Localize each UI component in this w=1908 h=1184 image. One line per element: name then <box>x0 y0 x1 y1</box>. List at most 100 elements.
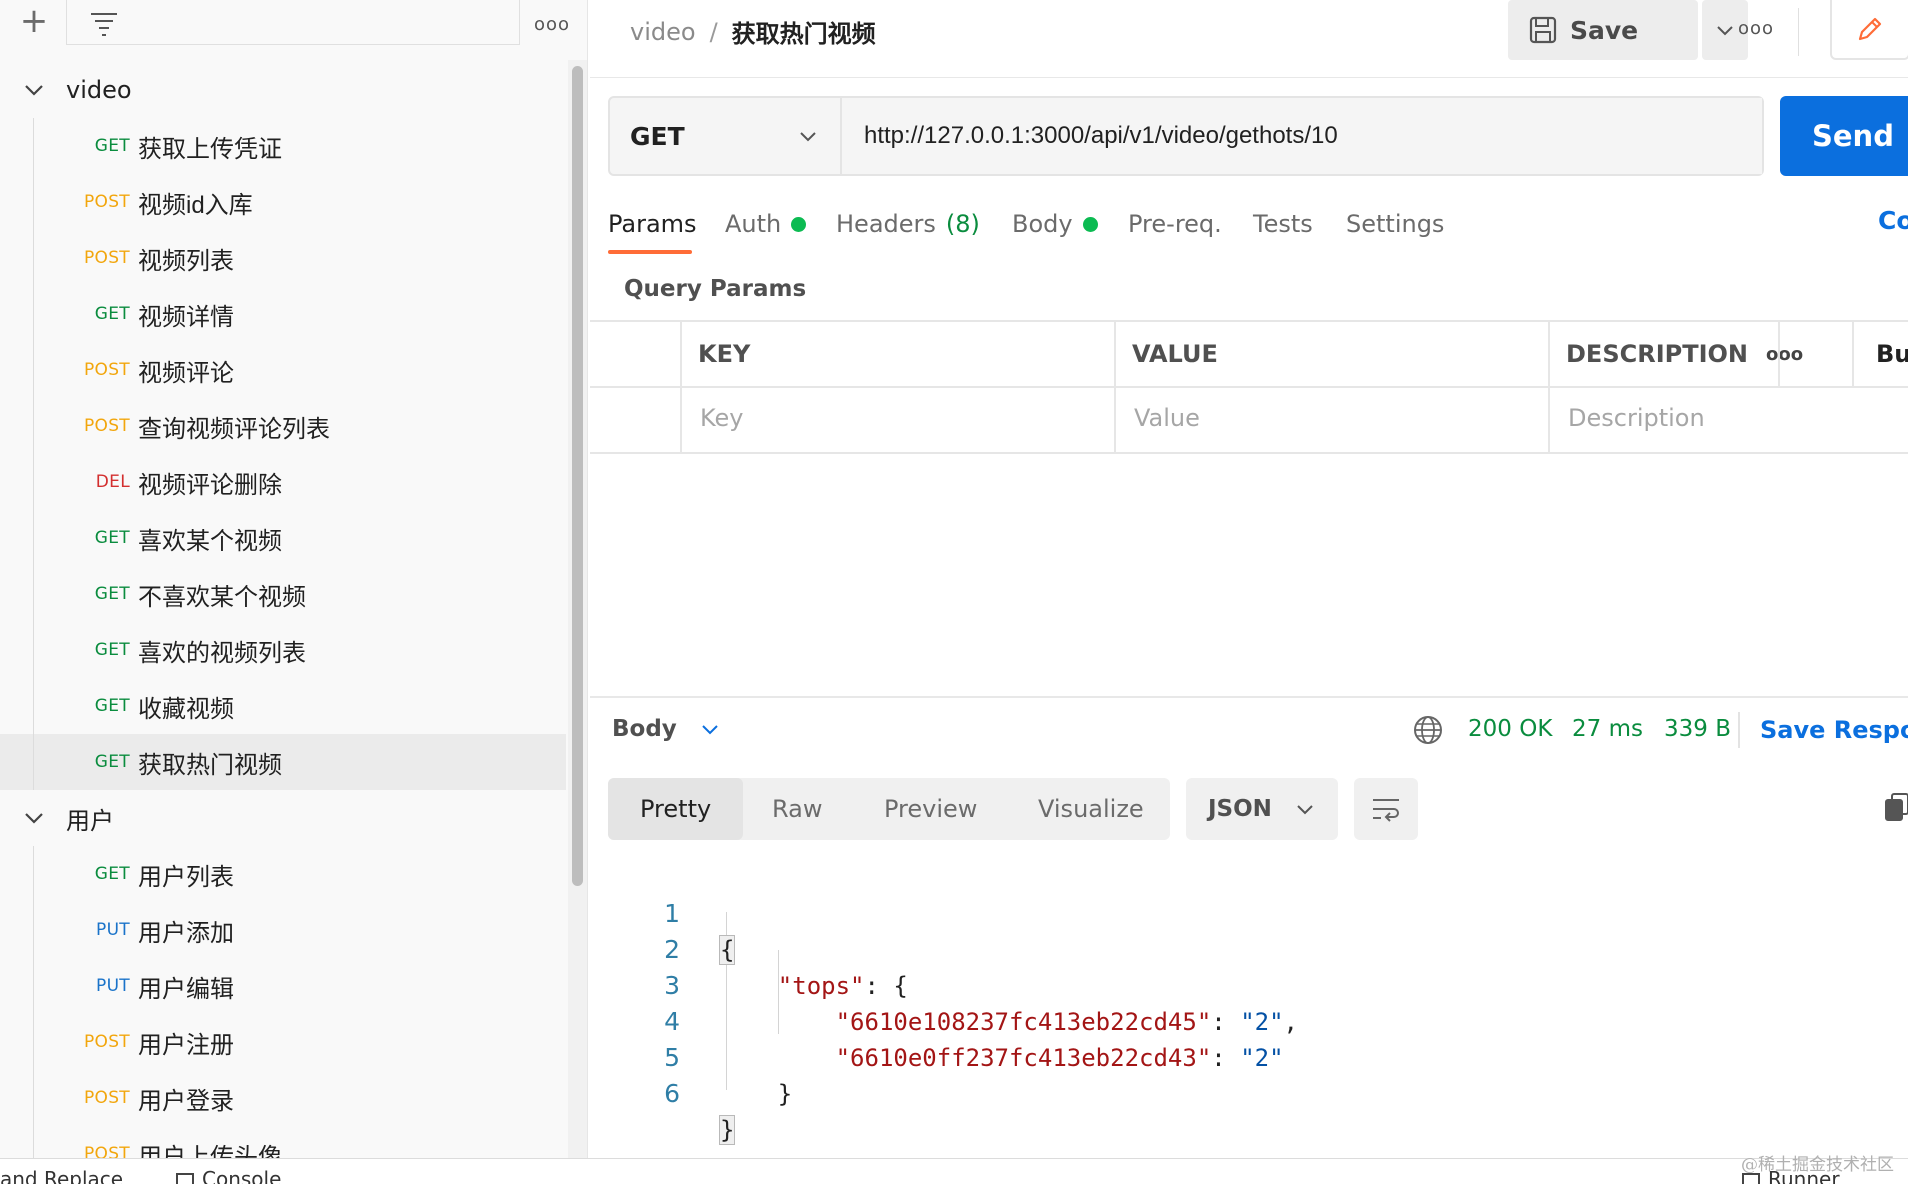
edit-button[interactable] <box>1830 0 1908 60</box>
method-badge: POST <box>83 1032 130 1052</box>
folder-user[interactable]: 用户 <box>0 790 566 846</box>
key-input[interactable]: Key <box>700 404 744 432</box>
sidebar-request-item[interactable]: PUT 用户编辑 <box>0 958 566 1014</box>
send-button[interactable]: Send <box>1780 96 1908 176</box>
sidebar-request-item[interactable]: GET 喜欢某个视频 <box>0 510 566 566</box>
chevron-down-icon[interactable] <box>20 76 48 104</box>
bulk-edit-link[interactable]: Bul <box>1876 340 1908 368</box>
response-body-select[interactable]: Body <box>612 716 721 742</box>
tab-pretty[interactable]: Pretty <box>608 778 744 840</box>
chevron-down-icon[interactable] <box>20 804 48 832</box>
response-size[interactable]: 339 B <box>1664 716 1731 742</box>
sidebar-request-item[interactable]: GET 用户列表 <box>0 846 566 902</box>
method-select[interactable]: GET <box>610 98 842 174</box>
folder-label: video <box>66 76 132 104</box>
sidebar-request-item[interactable]: GET 喜欢的视频列表 <box>0 622 566 678</box>
response-status[interactable]: 200 OK <box>1468 716 1552 742</box>
cookies-link[interactable]: Co <box>1878 206 1908 235</box>
header-divider <box>1798 8 1799 56</box>
sidebar-request-item[interactable]: POST 视频评论 <box>0 342 566 398</box>
tab-params[interactable]: Params <box>608 204 697 244</box>
sidebar-request-item[interactable]: GET 收藏视频 <box>0 678 566 734</box>
sidebar-request-item[interactable]: GET 获取上传凭证 <box>0 118 566 174</box>
response-code-viewer[interactable]: 1 { 2 "tops": { 3 "6610e108237fc413eb22c… <box>608 860 1898 1145</box>
sidebar-request-item[interactable]: POST 视频列表 <box>0 230 566 286</box>
sidebar-request-item[interactable]: GET 不喜欢某个视频 <box>0 566 566 622</box>
save-response-button[interactable]: Save Respon <box>1760 716 1908 744</box>
filter-icon[interactable] <box>89 8 119 38</box>
request-title[interactable]: 获取热门视频 <box>732 14 876 49</box>
globe-icon[interactable] <box>1412 714 1444 746</box>
sidebar-request-item[interactable]: POST 用户登录 <box>0 1070 566 1126</box>
column-header-key: KEY <box>698 340 751 368</box>
code-text: { <box>718 935 736 965</box>
sidebar-toolbar: + ooo <box>0 0 587 46</box>
pencil-icon <box>1858 17 1882 41</box>
sidebar-scrollbar[interactable] <box>572 66 583 886</box>
request-tabs: Params Auth Headers (8) Body Pre-req. Te… <box>608 204 1908 256</box>
sidebar-request-item[interactable]: POST 用户注册 <box>0 1014 566 1070</box>
tree-guide-line <box>33 398 34 454</box>
sidebar-request-item[interactable]: DEL 视频评论删除 <box>0 454 566 510</box>
table-more-icon[interactable]: ooo <box>1766 344 1803 365</box>
format-select[interactable]: JSON <box>1186 778 1338 840</box>
format-value: JSON <box>1208 796 1272 822</box>
tab-auth[interactable]: Auth <box>725 204 807 244</box>
sidebar-request-item[interactable]: GET 视频详情 <box>0 286 566 342</box>
tab-label: Preview <box>884 795 978 823</box>
save-button[interactable]: Save <box>1508 0 1698 60</box>
breadcrumb-parent[interactable]: video <box>630 18 696 46</box>
value-input[interactable]: Value <box>1134 404 1200 432</box>
description-input[interactable]: Description <box>1568 404 1705 432</box>
sidebar-request-item[interactable]: POST 查询视频评论列表 <box>0 398 566 454</box>
request-label: 视频详情 <box>138 303 234 331</box>
tab-tests[interactable]: Tests <box>1253 204 1313 244</box>
tab-visualize[interactable]: Visualize <box>1038 778 1144 840</box>
copy-icon[interactable] <box>1884 792 1908 822</box>
tree-guide-line <box>33 342 34 398</box>
column-divider <box>680 322 682 452</box>
json-key: "tops" <box>777 972 865 1000</box>
tree-guide-line <box>33 734 34 790</box>
request-more-icon[interactable]: ooo <box>1738 18 1774 39</box>
response-pane-divider[interactable] <box>590 696 1908 698</box>
status-bar: and Replace Console Runner <box>0 1158 1908 1184</box>
folder-video[interactable]: video <box>0 62 566 118</box>
filter-box[interactable] <box>66 0 520 45</box>
method-badge: GET <box>94 864 130 884</box>
tab-label: Params <box>608 210 697 238</box>
request-label: 用户注册 <box>138 1031 234 1059</box>
tab-raw[interactable]: Raw <box>772 778 822 840</box>
url-input[interactable]: http://127.0.0.1:3000/api/v1/video/getho… <box>842 98 1762 174</box>
console-label: Console <box>202 1167 282 1184</box>
column-divider <box>1778 322 1780 388</box>
tab-body[interactable]: Body <box>1012 204 1098 244</box>
tab-preview[interactable]: Preview <box>884 778 977 840</box>
response-time[interactable]: 27 ms <box>1572 716 1643 742</box>
code-text: } <box>720 1080 793 1108</box>
find-replace-button[interactable]: and Replace <box>0 1167 123 1184</box>
tab-prerequest[interactable]: Pre-req. <box>1128 204 1222 244</box>
sidebar-request-item[interactable]: GET 获取热门视频 <box>0 734 566 790</box>
plus-icon[interactable]: + <box>18 4 50 38</box>
chevron-down-icon <box>1297 805 1313 815</box>
save-icon <box>1529 16 1557 44</box>
wrap-lines-button[interactable] <box>1354 778 1418 840</box>
column-divider[interactable] <box>1114 322 1116 452</box>
sidebar-more-icon[interactable]: ooo <box>534 14 570 35</box>
method-badge: POST <box>83 360 130 380</box>
code-line: 5 } <box>608 1004 792 1108</box>
tab-headers[interactable]: Headers (8) <box>836 204 980 244</box>
column-divider[interactable] <box>1548 322 1550 452</box>
column-header-value: VALUE <box>1132 340 1218 368</box>
sidebar-request-item[interactable]: POST 视频id入库 <box>0 174 566 230</box>
request-label: 收藏视频 <box>138 695 234 723</box>
console-button[interactable]: Console <box>176 1167 281 1184</box>
active-tab-indicator <box>608 250 692 254</box>
tab-label: Pretty <box>640 795 712 823</box>
tab-settings[interactable]: Settings <box>1346 204 1444 244</box>
breadcrumb: video / 获取热门视频 <box>630 14 876 49</box>
sidebar-request-item[interactable]: POST 用户上传头像 <box>0 1126 566 1160</box>
status-dot-icon <box>1082 216 1098 232</box>
sidebar-request-item[interactable]: PUT 用户添加 <box>0 902 566 958</box>
